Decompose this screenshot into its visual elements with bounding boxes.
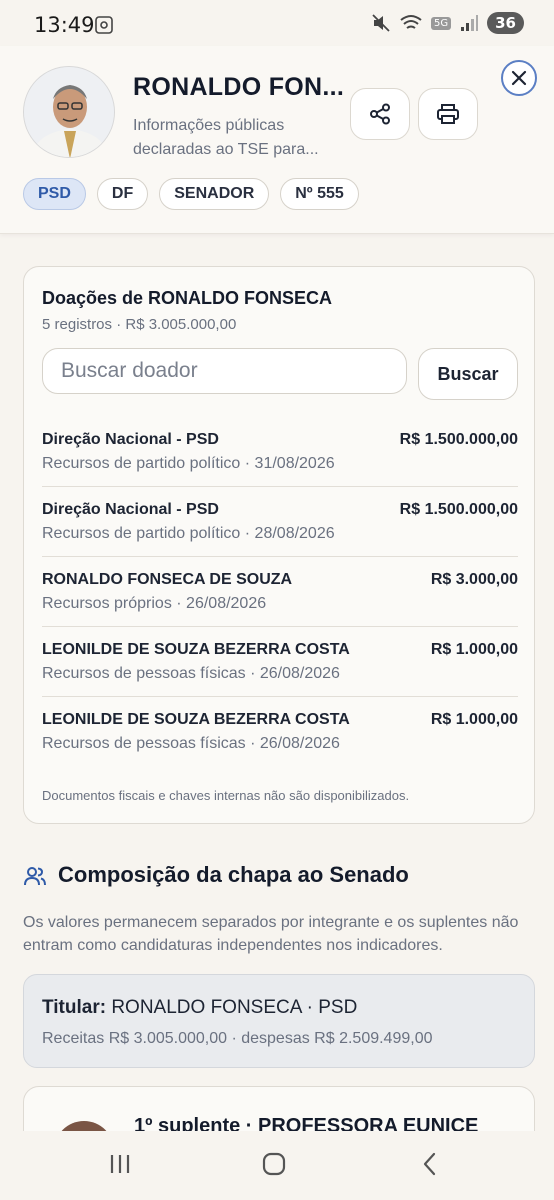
donation-description: Recursos de partido político · 28/08/202… <box>42 525 335 542</box>
donation-amount: R$ 1.000,00 <box>430 641 518 658</box>
battery-indicator: 36 <box>487 12 524 34</box>
recents-button[interactable] <box>100 1149 140 1179</box>
chip-party[interactable]: PSD <box>23 178 86 210</box>
back-icon <box>423 1152 436 1176</box>
donation-description: Recursos de pessoas físicas · 26/08/2026 <box>42 665 340 682</box>
donor-name: LEONILDE DE SOUZA BEZERRA COSTA <box>42 641 350 658</box>
status-time: 13:49 <box>34 13 95 37</box>
back-button[interactable] <box>410 1149 450 1179</box>
chip-number[interactable]: Nº 555 <box>280 178 359 210</box>
candidate-name: RONALDO FON... <box>133 73 345 101</box>
donations-card: Doações de RONALDO FONSECA 5 registros ·… <box>23 266 535 824</box>
donation-amount: R$ 1.000,00 <box>430 711 518 728</box>
composition-description: Os valores permanecem separados por inte… <box>23 914 519 954</box>
wifi-icon <box>400 15 422 29</box>
candidate-avatar <box>23 66 115 158</box>
donation-row[interactable]: Direção Nacional - PSD R$ 1.500.000,00 R… <box>42 487 518 557</box>
titular-finances: Receitas R$ 3.005.000,00 · despesas R$ 2… <box>42 1030 433 1047</box>
home-icon <box>262 1152 286 1176</box>
search-button[interactable]: Buscar <box>418 348 518 400</box>
donation-row[interactable]: Direção Nacional - PSD R$ 1.500.000,00 R… <box>42 417 518 487</box>
donor-name: LEONILDE DE SOUZA BEZERRA COSTA <box>42 711 350 728</box>
composition-title: Composição da chapa ao Senado <box>58 862 409 887</box>
donation-description: Recursos de pessoas físicas · 26/08/2026 <box>42 735 340 752</box>
donor-name: RONALDO FONSECA DE SOUZA <box>42 571 293 588</box>
signal-icon <box>461 15 479 31</box>
chip-state[interactable]: DF <box>96 178 149 210</box>
donation-description: Recursos próprios · 26/08/2026 <box>42 595 267 612</box>
donation-amount: R$ 1.500.000,00 <box>399 501 518 518</box>
donor-search-input[interactable] <box>42 348 407 394</box>
share-button[interactable] <box>350 88 410 140</box>
recents-icon <box>110 1155 130 1173</box>
candidate-subtitle: Informações públicas declaradas ao TSE p… <box>133 117 319 158</box>
donations-title: Doações de RONALDO FONSECA <box>42 288 333 308</box>
donation-row[interactable]: RONALDO FONSECA DE SOUZA R$ 3.000,00 Rec… <box>42 557 518 627</box>
donation-row[interactable]: LEONILDE DE SOUZA BEZERRA COSTA R$ 1.000… <box>42 627 518 697</box>
candidate-chips: PSD DF SENADOR Nº 555 <box>23 178 359 210</box>
donation-amount: R$ 3.000,00 <box>430 571 518 588</box>
status-icons: 5G 36 <box>371 12 524 34</box>
titular-name: RONALDO FONSECA · PSD <box>111 997 358 1018</box>
donations-list: Direção Nacional - PSD R$ 1.500.000,00 R… <box>42 417 518 767</box>
donation-row[interactable]: LEONILDE DE SOUZA BEZERRA COSTA R$ 1.000… <box>42 697 518 767</box>
candidate-header: RONALDO FON... Informações públicas decl… <box>0 46 554 234</box>
chip-office[interactable]: SENADOR <box>159 178 270 210</box>
titular-card[interactable]: Titular: RONALDO FONSECA · PSD Receitas … <box>23 974 535 1068</box>
home-button[interactable] <box>254 1149 294 1179</box>
close-icon <box>511 70 527 86</box>
titular-line: Titular: RONALDO FONSECA · PSD <box>42 997 357 1019</box>
share-icon <box>370 103 390 125</box>
close-button[interactable] <box>501 60 537 96</box>
printer-icon <box>437 104 459 124</box>
donor-name: Direção Nacional - PSD <box>42 501 219 518</box>
screenshot-icon <box>95 16 113 34</box>
donations-summary: 5 registros · R$ 3.005.000,00 <box>42 316 237 333</box>
status-bar: 13:49 5G 36 <box>0 0 554 46</box>
titular-label: Titular: <box>42 997 107 1018</box>
network-type-badge: 5G <box>431 16 452 30</box>
donations-footnote: Documentos fiscais e chaves internas não… <box>42 788 410 803</box>
donation-amount: R$ 1.500.000,00 <box>399 431 518 448</box>
system-nav-bar <box>0 1131 554 1200</box>
mute-icon <box>372 14 390 32</box>
users-icon <box>24 867 46 886</box>
print-button[interactable] <box>418 88 478 140</box>
donation-description: Recursos de partido político · 31/08/202… <box>42 455 335 472</box>
donor-name: Direção Nacional - PSD <box>42 431 219 448</box>
